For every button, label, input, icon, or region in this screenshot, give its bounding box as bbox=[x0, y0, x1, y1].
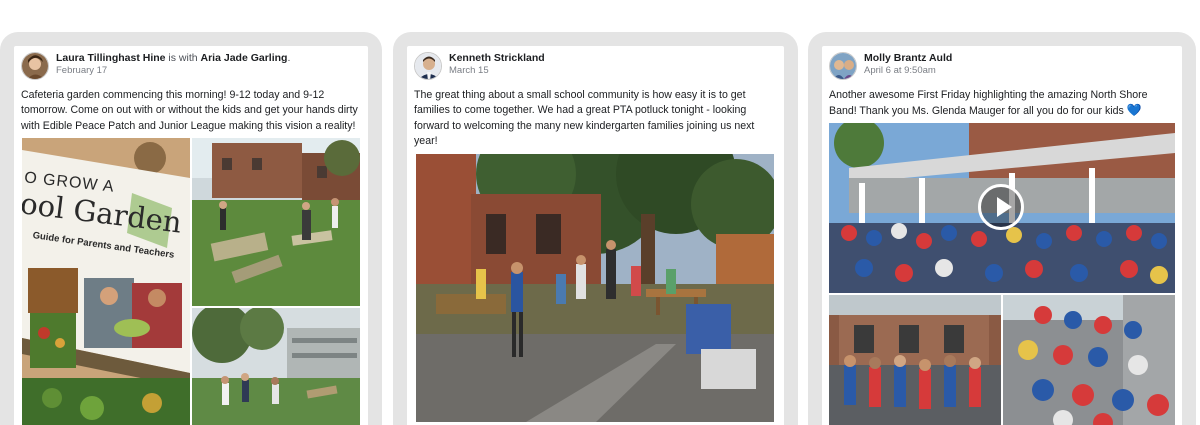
avatar[interactable] bbox=[21, 52, 49, 80]
post-text: Another awesome First Friday highlightin… bbox=[822, 86, 1182, 120]
post-meta: Kenneth Strickland March 15 bbox=[449, 52, 545, 77]
post-video[interactable] bbox=[829, 123, 1175, 293]
post-card-3: Molly Brantz Auld April 6 at 9:50am Anot… bbox=[822, 46, 1182, 425]
post-header: Laura Tillinghast Hine is with Aria Jade… bbox=[14, 46, 368, 86]
post-card-1: Laura Tillinghast Hine is with Aria Jade… bbox=[14, 46, 368, 425]
post-photo-potluck[interactable] bbox=[416, 154, 774, 422]
post-text: Cafeteria garden commencing this morning… bbox=[21, 89, 358, 132]
post-text: The great thing about a small school com… bbox=[414, 89, 755, 148]
post-photo-band-2[interactable] bbox=[1003, 295, 1175, 425]
post-frame-3: Molly Brantz Auld April 6 at 9:50am Anot… bbox=[808, 32, 1196, 425]
post-photo-book[interactable]: O GROW A ool Garden Guide for Parents an… bbox=[22, 138, 190, 425]
post-photo-band-1[interactable] bbox=[829, 295, 1001, 425]
with-text: is with bbox=[165, 52, 201, 64]
author-name[interactable]: Molly Brantz Auld bbox=[864, 52, 952, 64]
author-line: Kenneth Strickland bbox=[449, 52, 545, 64]
post-header: Kenneth Strickland March 15 bbox=[407, 46, 784, 86]
with-tail: . bbox=[287, 52, 291, 64]
post-timestamp[interactable]: March 15 bbox=[449, 65, 545, 77]
avatar[interactable] bbox=[414, 52, 442, 80]
play-icon bbox=[997, 197, 1012, 217]
post-timestamp[interactable]: February 17 bbox=[56, 65, 290, 77]
post-frame-2: Kenneth Strickland March 15 The great th… bbox=[393, 32, 798, 425]
author-name[interactable]: Laura Tillinghast Hine bbox=[56, 52, 166, 64]
blue-heart-icon: 💙 bbox=[1126, 103, 1142, 118]
avatar[interactable] bbox=[829, 52, 857, 80]
post-timestamp[interactable]: April 6 at 9:50am bbox=[864, 65, 952, 77]
post-header: Molly Brantz Auld April 6 at 9:50am bbox=[822, 46, 1182, 86]
post-photo-garden-1[interactable] bbox=[192, 138, 360, 306]
post-text-body: Another awesome First Friday highlightin… bbox=[829, 89, 1148, 118]
video-play-button[interactable] bbox=[978, 184, 1024, 230]
author-line: Laura Tillinghast Hine is with Aria Jade… bbox=[56, 52, 290, 64]
post-card-2: Kenneth Strickland March 15 The great th… bbox=[407, 46, 784, 425]
post-frame-1: Laura Tillinghast Hine is with Aria Jade… bbox=[0, 32, 382, 425]
post-meta: Molly Brantz Auld April 6 at 9:50am bbox=[864, 52, 952, 77]
tagged-name[interactable]: Aria Jade Garling bbox=[201, 52, 288, 64]
author-name[interactable]: Kenneth Strickland bbox=[449, 52, 545, 64]
post-photo-garden-2[interactable] bbox=[192, 308, 360, 425]
post-meta: Laura Tillinghast Hine is with Aria Jade… bbox=[56, 52, 290, 77]
author-line: Molly Brantz Auld bbox=[864, 52, 952, 64]
